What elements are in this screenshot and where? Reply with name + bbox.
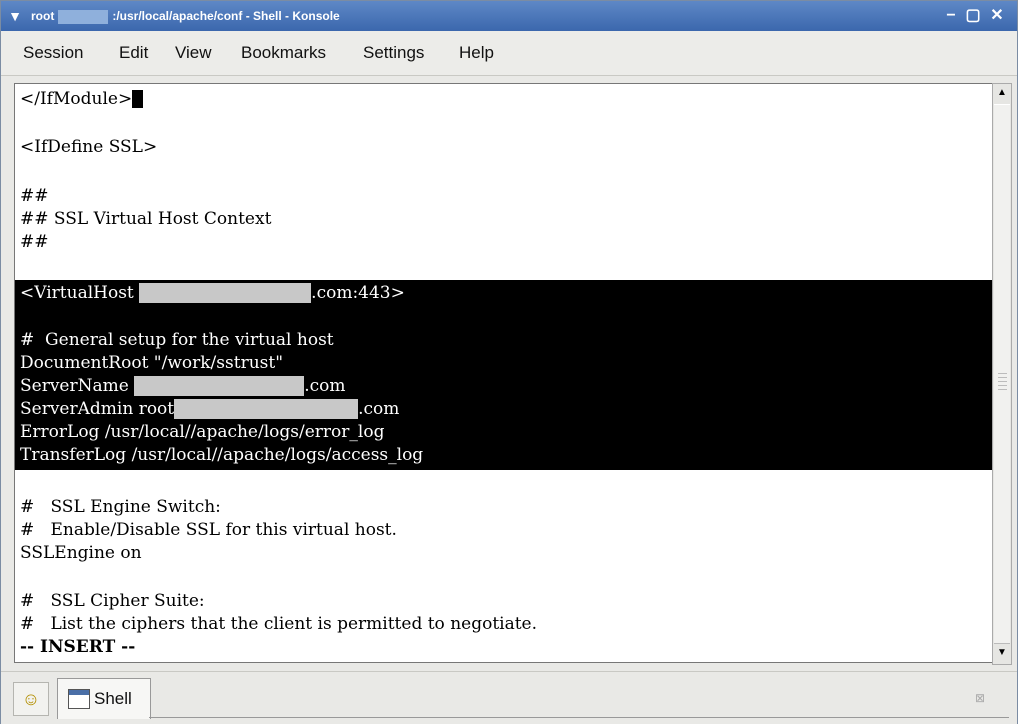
menu-help[interactable]: Help [459, 31, 494, 75]
redacted-text [174, 399, 359, 419]
redacted-text [134, 376, 305, 396]
title-bar[interactable]: ▼ root :/usr/local/apache/conf - Shell - … [1, 1, 1017, 31]
terminal-line: # General setup for the virtual host [20, 330, 334, 350]
new-session-icon: ☺ [21, 689, 41, 709]
grip-icon [998, 373, 1007, 393]
scroll-up-icon[interactable]: ▲ [993, 84, 1011, 102]
tab-label: Shell [94, 689, 132, 708]
menu-bar: Session Edit View Bookmarks Settings Hel… [1, 31, 1017, 76]
terminal-line: # Enable/Disable SSL for this virtual ho… [20, 520, 397, 540]
title-redaction [58, 9, 109, 24]
new-session-button[interactable]: ☺ [13, 682, 49, 716]
terminal-line: <IfDefine SSL> [20, 137, 158, 157]
tab-shell[interactable]: Shell [57, 678, 151, 719]
scroll-down-icon[interactable]: ▼ [993, 644, 1011, 662]
terminal-area[interactable]: </IfModule> <IfDefine SSL> ## ## SSL Vir… [14, 83, 993, 663]
window-menu-icon[interactable]: ▼ [5, 6, 25, 26]
terminal-line: ## SSL Virtual Host Context [20, 209, 272, 229]
terminal-line: ServerName .com [20, 376, 346, 396]
menu-session[interactable]: Session [23, 31, 83, 75]
close-tab-icon[interactable]: ⊠ [965, 684, 995, 712]
konsole-window: ▼ root :/usr/local/apache/conf - Shell - … [0, 0, 1018, 724]
minimize-button[interactable]: − [941, 6, 961, 26]
terminal-line: ## [20, 186, 49, 206]
tab-divider [149, 717, 1009, 718]
shell-icon [68, 689, 90, 709]
close-button[interactable]: ✕ [987, 6, 1007, 26]
vim-mode-indicator: -- INSERT -- [20, 637, 136, 657]
terminal-line: SSLEngine on [20, 543, 142, 563]
terminal-line: </IfModule> [20, 88, 144, 110]
scrollbar-thumb[interactable] [994, 104, 1010, 644]
terminal-line: ## [20, 232, 49, 252]
terminal-line: <VirtualHost .com:443> [20, 283, 405, 303]
terminal-line: TransferLog /usr/local//apache/logs/acce… [20, 445, 424, 465]
session-tab-bar: ☺ Shell ⊠ [1, 671, 1017, 724]
title-user: root [31, 9, 55, 23]
text-cursor [132, 90, 144, 108]
terminal-line: DocumentRoot "/work/sstrust" [20, 353, 284, 373]
terminal-line: # List the ciphers that the client is pe… [20, 614, 538, 634]
title-path: :/usr/local/apache/conf - Shell - Konsol… [112, 9, 340, 23]
window-title: root :/usr/local/apache/conf - Shell - Ko… [31, 1, 340, 31]
menu-bookmarks[interactable]: Bookmarks [241, 31, 326, 75]
terminal-line: # SSL Cipher Suite: [20, 591, 205, 611]
terminal-line: # SSL Engine Switch: [20, 497, 221, 517]
vertical-scrollbar[interactable]: ▲ ▼ [992, 83, 1012, 665]
menu-settings[interactable]: Settings [363, 31, 424, 75]
terminal-line: ServerAdmin root .com [20, 399, 400, 419]
menu-edit[interactable]: Edit [119, 31, 148, 75]
menu-view[interactable]: View [175, 31, 212, 75]
terminal-line: ErrorLog /usr/local//apache/logs/error_l… [20, 422, 385, 442]
maximize-button[interactable]: ▢ [963, 6, 983, 26]
redacted-text [139, 283, 312, 303]
